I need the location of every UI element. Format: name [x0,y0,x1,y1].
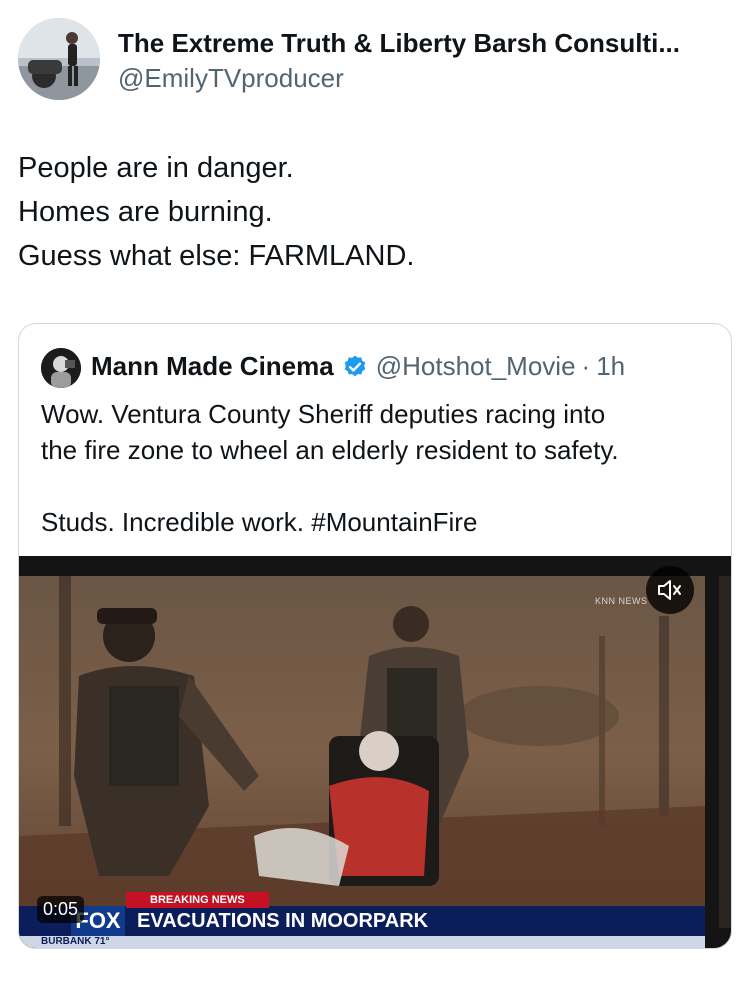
author-avatar[interactable] [18,18,100,100]
video-scene [19,576,705,928]
tweet-text-line: Guess what else: FARMLAND. [18,240,415,272]
video-edge [719,576,731,928]
author-handle[interactable]: @EmilyTVproducer [118,63,344,94]
video-timestamp: 0:05 [37,896,85,923]
video-watermark: KNN NEWS [595,596,648,606]
tweet-text: People are in danger. Homes are burning.… [18,146,718,278]
video-player[interactable]: KNN NEWS BREAKING NEWS FOX 11 EVACUATION… [19,556,731,948]
quoted-author-handle[interactable]: @Hotshot_Movie [376,351,576,382]
quoted-text-line: Wow. Ventura County Sheriff deputies rac… [41,399,606,429]
verified-badge-icon [342,354,368,380]
quoted-text-line: the fire zone to wheel an elderly reside… [41,435,619,465]
quoted-author-avatar-photo [41,348,81,388]
video-frame[interactable] [19,576,705,928]
quoted-tweet-header: Mann Made Cinema @Hotshot_Movie · 1h [91,351,625,382]
quoted-author-name[interactable]: Mann Made Cinema [91,351,334,382]
quoted-tweet-time[interactable]: 1h [596,351,625,382]
tweet-text-line: People are in danger. [18,152,294,184]
quoted-tweet-card[interactable]: Mann Made Cinema @Hotshot_Movie · 1h Wow… [18,323,732,949]
mute-button[interactable] [646,566,694,614]
quoted-tweet-text: Wow. Ventura County Sheriff deputies rac… [41,396,721,540]
author-display-name[interactable]: The Extreme Truth & Liberty Barsh Consul… [118,28,730,59]
tweet-text-line: Homes are burning. [18,196,273,228]
quoted-author-avatar[interactable] [41,348,81,388]
speaker-muted-icon [658,580,681,600]
quoted-text-line: Studs. Incredible work. #MountainFire [41,507,478,537]
news-headline: EVACUATIONS IN MOORPARK [137,910,429,932]
news-ticker [19,936,705,948]
dot-separator: · [581,351,591,381]
news-ticker-text: BURBANK 71° [41,936,110,947]
author-avatar-photo [18,18,100,100]
